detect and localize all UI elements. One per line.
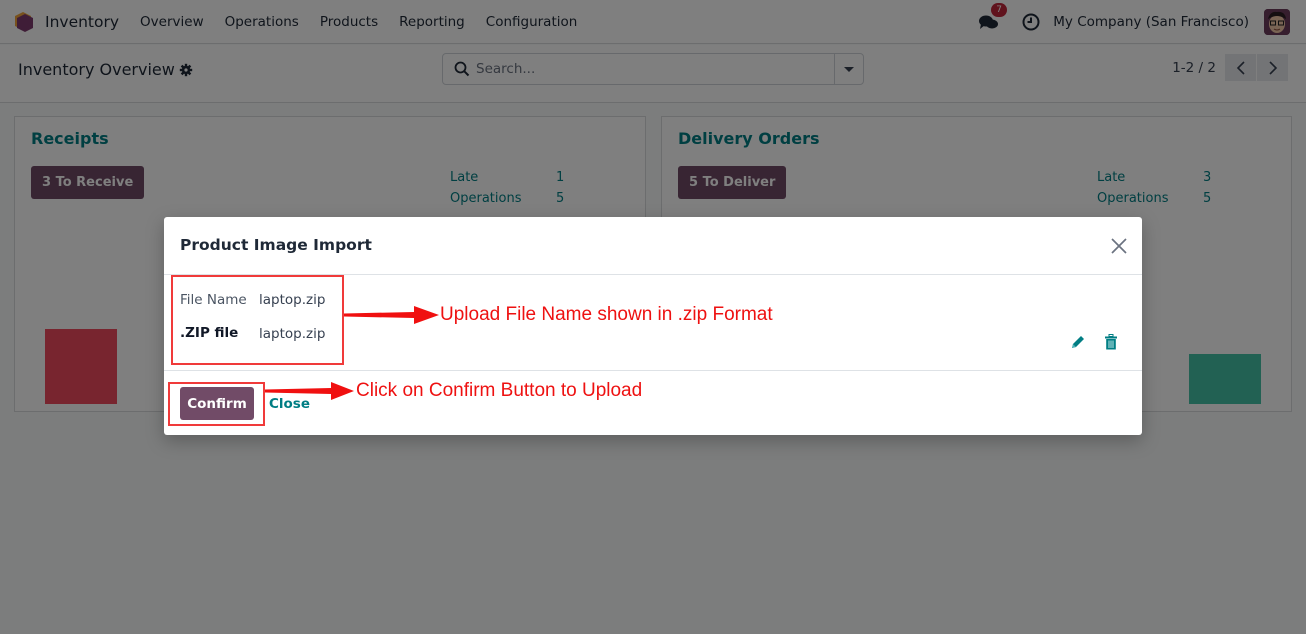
- pencil-icon[interactable]: [1070, 334, 1086, 350]
- annotation-confirm-note: Click on Confirm Button to Upload: [356, 380, 643, 401]
- close-icon[interactable]: [1110, 237, 1128, 255]
- annotation-arrow-icon: [344, 306, 439, 324]
- annotation-highlight-fields: [171, 275, 344, 365]
- modal-title: Product Image Import: [180, 236, 372, 254]
- annotation-arrow-icon: [265, 382, 354, 400]
- annotation-upload-note: Upload File Name shown in .zip Format: [440, 304, 773, 325]
- modal-header: Product Image Import: [164, 217, 1142, 275]
- annotation-highlight-confirm: [168, 382, 265, 426]
- trash-icon[interactable]: [1104, 334, 1118, 350]
